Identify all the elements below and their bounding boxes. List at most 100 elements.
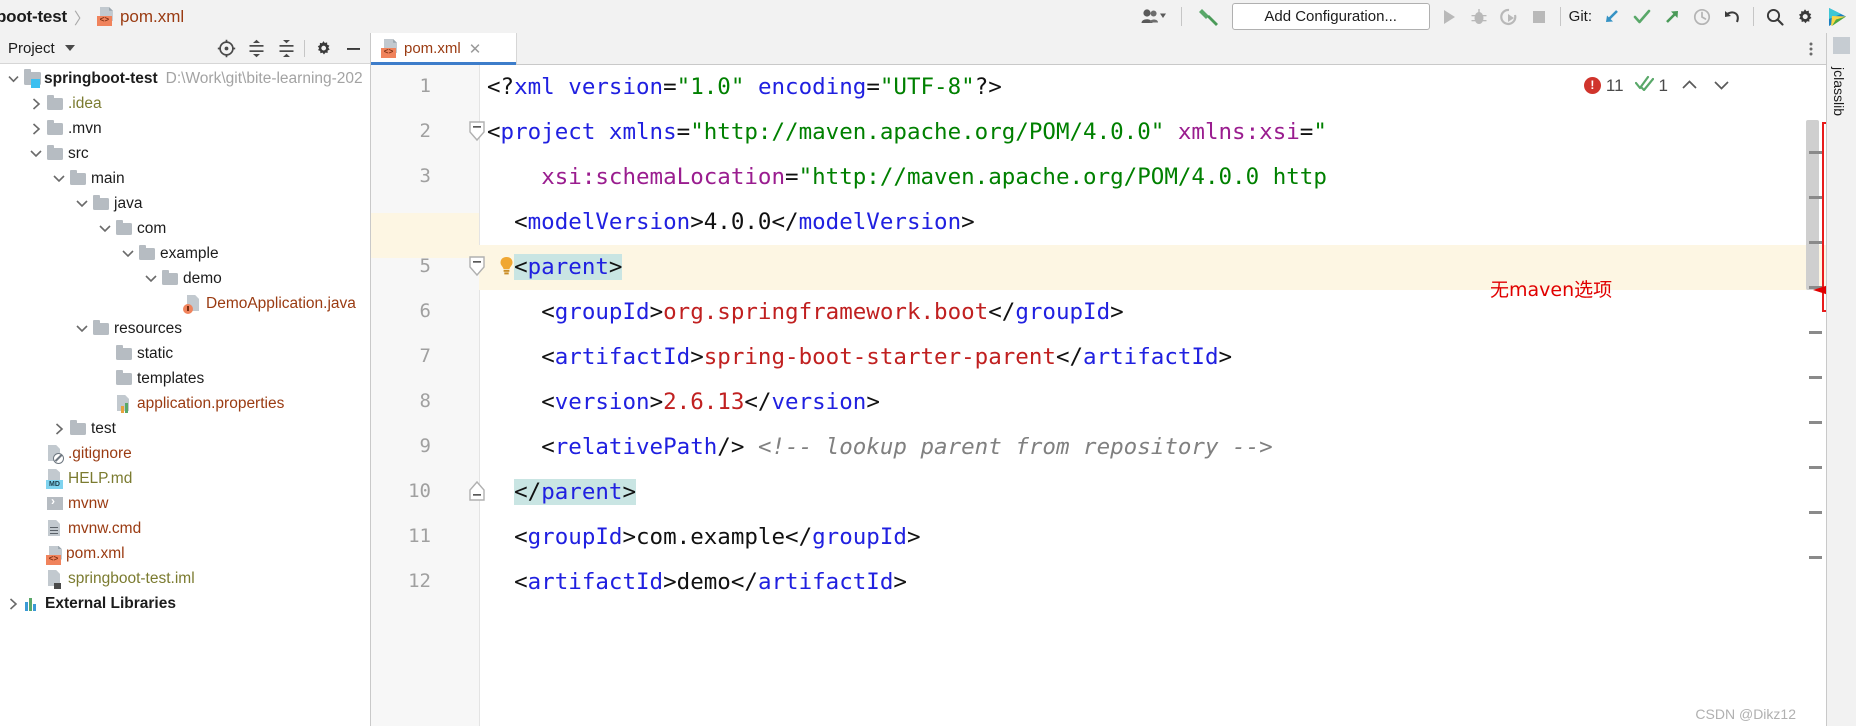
close-icon[interactable]: ✕ — [469, 40, 482, 58]
ide-logo-icon[interactable] — [1820, 0, 1856, 33]
code-token: version — [771, 389, 867, 415]
code-line[interactable]: <artifactId>spring-boot-starter-parent</… — [479, 335, 1232, 380]
code-line[interactable]: <groupId>org.springframework.boot</group… — [479, 290, 1124, 335]
user-account-icon[interactable] — [1133, 0, 1175, 33]
breadcrumb: boot-test 〉 <> pom.xml — [0, 0, 184, 33]
tree-item-mvnw-cmd[interactable]: mvnw.cmd — [0, 516, 370, 541]
tree-item-example[interactable]: example — [0, 241, 370, 266]
code-line[interactable]: <version>2.6.13</version> — [479, 380, 880, 425]
tree-item-label: templates — [137, 369, 205, 387]
intention-bulb-icon[interactable] — [498, 256, 515, 281]
tree-item--mvn[interactable]: .mvn — [0, 116, 370, 141]
code-line[interactable]: <?xml version="1.0" encoding="UTF-8"?> — [479, 65, 1002, 110]
git-push-icon[interactable] — [1657, 0, 1687, 33]
tree-item-com[interactable]: com — [0, 216, 370, 241]
chevron-down-icon[interactable] — [4, 66, 22, 91]
tree-item-label: mvnw.cmd — [68, 519, 142, 537]
tree-item-resources[interactable]: resources — [0, 316, 370, 341]
settings-gear-icon[interactable] — [308, 33, 338, 63]
code-line[interactable]: <modelVersion>4.0.0</modelVersion> — [479, 200, 975, 245]
editor-marker-rail[interactable] — [1802, 63, 1824, 663]
fold-collapse-icon[interactable] — [467, 255, 487, 284]
tree-item-mvnw[interactable]: mvnw — [0, 491, 370, 516]
tree-item-label: example — [160, 244, 219, 262]
select-opened-file-icon[interactable] — [211, 33, 241, 63]
code-token: </ — [744, 389, 772, 415]
code-token: artifactId — [527, 569, 664, 595]
project-panel-title[interactable]: Project — [0, 40, 55, 57]
code-line[interactable]: xsi:schemaLocation="http://maven.apache.… — [479, 155, 1327, 200]
code-editor[interactable]: <?xml version="1.0" encoding="UTF-8"?> <p… — [371, 65, 1826, 726]
search-everywhere-icon[interactable] — [1760, 0, 1790, 33]
chevron-right-icon[interactable] — [27, 91, 45, 116]
chevron-down-icon[interactable] — [142, 266, 160, 291]
chevron-down-icon[interactable] — [1713, 76, 1730, 96]
code-token: < — [541, 434, 555, 460]
breadcrumb-file[interactable]: <> pom.xml — [96, 7, 184, 27]
add-configuration-button[interactable]: Add Configuration... — [1231, 3, 1430, 30]
tree-item-label: application.properties — [137, 394, 285, 412]
collapse-all-icon[interactable] — [271, 33, 301, 63]
annotation-text: 无maven选项 — [1490, 279, 1613, 301]
run-icon[interactable] — [1434, 0, 1464, 33]
chevron-right-icon[interactable] — [27, 116, 45, 141]
debug-icon[interactable] — [1464, 0, 1494, 33]
code-token: </ — [785, 524, 813, 550]
tree-root-springboot-test[interactable]: springboot-test D:\Work\git\bite-learnin… — [0, 66, 370, 91]
code-token: > — [663, 569, 677, 595]
chevron-down-icon[interactable] — [73, 191, 91, 216]
tab-pom-xml[interactable]: <> pom.xml ✕ — [371, 33, 517, 65]
tree-item--idea[interactable]: .idea — [0, 91, 370, 116]
tree-item-java[interactable]: java — [0, 191, 370, 216]
fold-collapse-icon[interactable] — [467, 120, 487, 149]
chevron-down-icon[interactable] — [96, 216, 114, 241]
chevron-down-icon[interactable] — [73, 316, 91, 341]
git-rollback-icon[interactable] — [1717, 0, 1747, 33]
chevron-down-icon[interactable] — [119, 241, 137, 266]
jclasslib-tool-button[interactable]: jclasslib — [1831, 67, 1847, 116]
breadcrumb-project[interactable]: boot-test — [0, 7, 67, 27]
tree-item-external-libraries[interactable]: External Libraries — [0, 591, 370, 616]
xml-file-icon: <> — [381, 39, 398, 58]
folder-icon — [45, 141, 65, 166]
settings-gear-icon[interactable] — [1790, 0, 1820, 33]
tree-item--gitignore[interactable]: .gitignore — [0, 441, 370, 466]
stop-icon[interactable] — [1524, 0, 1554, 33]
code-line[interactable]: <groupId>com.example</groupId> — [479, 515, 920, 560]
more-options-icon[interactable] — [1800, 33, 1822, 64]
code-line[interactable]: <artifactId>demo</artifactId> — [479, 560, 907, 605]
tree-item-templates[interactable]: templates — [0, 366, 370, 391]
hide-icon[interactable] — [338, 33, 368, 63]
fold-expand-icon[interactable] — [467, 480, 487, 509]
tree-item-pom-xml[interactable]: <> pom.xml — [0, 541, 370, 566]
code-line[interactable]: <project xmlns="http://maven.apache.org/… — [479, 110, 1327, 155]
inspections-widget[interactable]: ! 11 1 — [1583, 75, 1730, 96]
tree-item-springboot-test-iml[interactable]: springboot-test.iml — [0, 566, 370, 591]
tree-item-help-md[interactable]: MD HELP.md — [0, 466, 370, 491]
tree-item-test[interactable]: test — [0, 416, 370, 441]
run-with-coverage-icon[interactable] — [1494, 0, 1524, 33]
chevron-down-icon[interactable] — [50, 166, 68, 191]
tree-item-main[interactable]: main — [0, 166, 370, 191]
tree-item-src[interactable]: src — [0, 141, 370, 166]
chevron-up-icon[interactable] — [1681, 76, 1698, 96]
tree-item-demo[interactable]: demo — [0, 266, 370, 291]
code-content[interactable]: <?xml version="1.0" encoding="UTF-8"?> <p… — [479, 65, 1826, 726]
code-line[interactable]: </parent> — [479, 470, 637, 515]
build-hammer-icon[interactable] — [1188, 0, 1228, 33]
git-history-icon[interactable] — [1687, 0, 1717, 33]
chevron-right-icon[interactable] — [4, 591, 22, 616]
chevron-down-icon[interactable] — [27, 141, 45, 166]
tree-item-demoapplication-java[interactable]: DemoApplication.java — [0, 291, 370, 316]
chevron-down-icon[interactable] — [64, 45, 75, 51]
folder-icon — [45, 91, 65, 116]
code-line[interactable]: <relativePath/> <!-- lookup parent from … — [479, 425, 1273, 470]
chevron-right-icon[interactable] — [50, 416, 68, 441]
tree-item-label: static — [137, 344, 174, 362]
toolbar-divider-2 — [1559, 7, 1561, 26]
tree-item-application-properties[interactable]: application.properties — [0, 391, 370, 416]
expand-all-icon[interactable] — [241, 33, 271, 63]
tree-item-static[interactable]: static — [0, 341, 370, 366]
git-update-project-icon[interactable] — [1597, 0, 1627, 33]
git-commit-icon[interactable] — [1627, 0, 1657, 33]
